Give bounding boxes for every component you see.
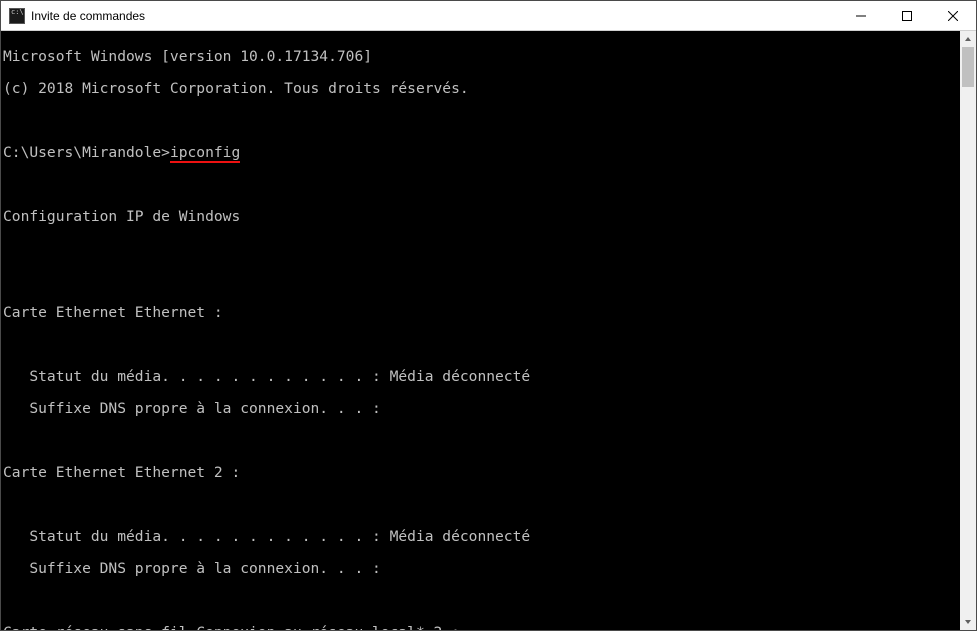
scroll-down-button[interactable] xyxy=(960,614,976,630)
output-line: Statut du média. . . . . . . . . . . . :… xyxy=(3,369,960,385)
blank-line xyxy=(3,433,960,449)
blank-line xyxy=(3,241,960,257)
adapter-header: Carte Ethernet Ethernet 2 : xyxy=(3,465,960,481)
vertical-scrollbar[interactable] xyxy=(960,31,976,630)
scrollbar-thumb[interactable] xyxy=(962,47,974,87)
chevron-up-icon xyxy=(964,35,972,43)
adapter-header: Carte Ethernet Ethernet : xyxy=(3,305,960,321)
output-line: Microsoft Windows [version 10.0.17134.70… xyxy=(3,49,960,65)
scrollbar-track[interactable] xyxy=(960,47,976,614)
prompt-text: C:\Users\Mirandole> xyxy=(3,144,170,161)
command-prompt-window: Invite de commandes Microsoft Windows [v… xyxy=(0,0,977,631)
output-line: Configuration IP de Windows xyxy=(3,209,960,225)
maximize-button[interactable] xyxy=(884,1,930,30)
minimize-button[interactable] xyxy=(838,1,884,30)
blank-line xyxy=(3,113,960,129)
terminal-output[interactable]: Microsoft Windows [version 10.0.17134.70… xyxy=(1,31,960,630)
maximize-icon xyxy=(902,11,912,21)
adapter-header: Carte réseau sans fil Connexion au résea… xyxy=(3,625,960,630)
output-line: Statut du média. . . . . . . . . . . . :… xyxy=(3,529,960,545)
scroll-up-button[interactable] xyxy=(960,31,976,47)
window-controls xyxy=(838,1,976,30)
output-line: (c) 2018 Microsoft Corporation. Tous dro… xyxy=(3,81,960,97)
blank-line xyxy=(3,273,960,289)
window-title: Invite de commandes xyxy=(31,9,145,23)
terminal-area[interactable]: Microsoft Windows [version 10.0.17134.70… xyxy=(1,31,976,630)
blank-line xyxy=(3,177,960,193)
blank-line xyxy=(3,337,960,353)
prompt-line: C:\Users\Mirandole>ipconfig xyxy=(3,145,960,161)
command-text: ipconfig xyxy=(170,144,240,163)
blank-line xyxy=(3,497,960,513)
close-icon xyxy=(948,11,958,21)
titlebar[interactable]: Invite de commandes xyxy=(1,1,976,31)
minimize-icon xyxy=(856,11,866,21)
blank-line xyxy=(3,593,960,609)
cmd-icon xyxy=(9,8,25,24)
close-button[interactable] xyxy=(930,1,976,30)
output-line: Suffixe DNS propre à la connexion. . . : xyxy=(3,401,960,417)
output-line: Suffixe DNS propre à la connexion. . . : xyxy=(3,561,960,577)
chevron-down-icon xyxy=(964,618,972,626)
